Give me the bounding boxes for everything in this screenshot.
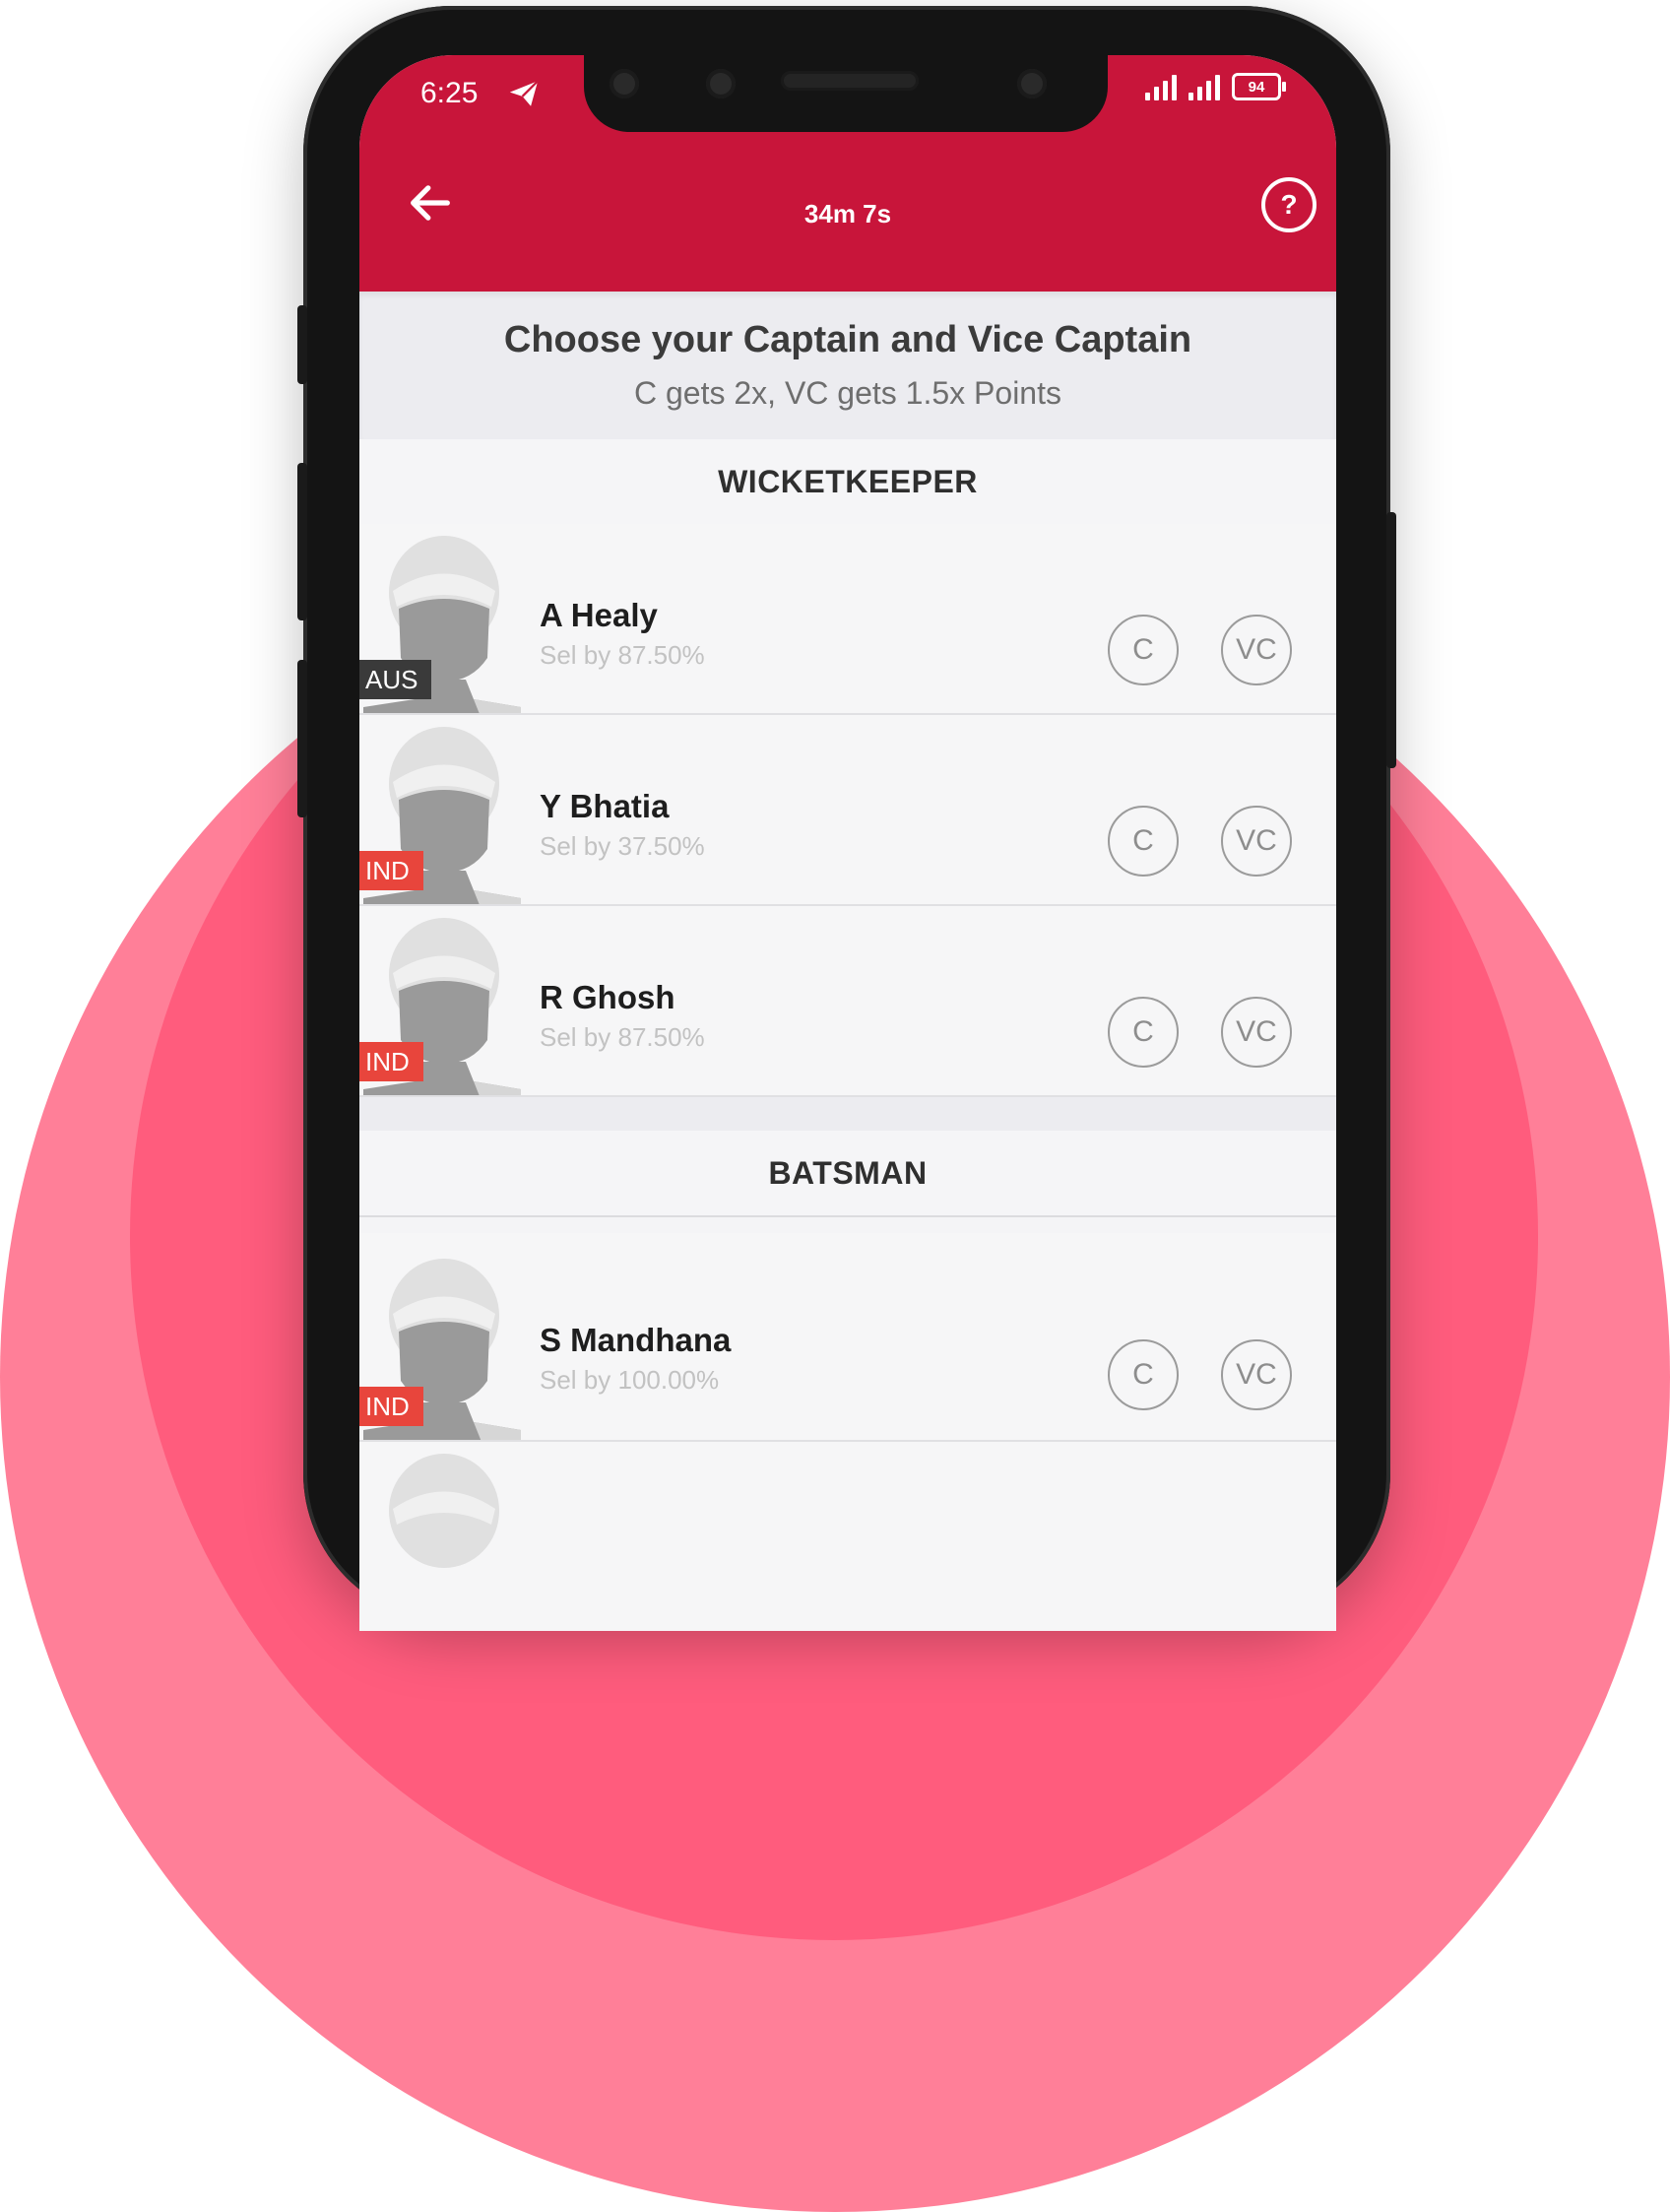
player-selection-percent: Sel by 87.50% [540, 1022, 705, 1052]
front-camera [610, 69, 639, 98]
player-name: A Healy [540, 597, 658, 633]
phone-notch [584, 55, 1108, 132]
battery-level: 94 [1248, 78, 1265, 96]
team-badge: IND [359, 1387, 423, 1426]
proximity-sensor [1017, 69, 1047, 98]
section-divider [359, 1097, 1336, 1131]
player-row: IND Y Bhatia Sel by 37.50% C VC [359, 715, 1336, 906]
section-header-wicketkeeper: WICKETKEEPER [359, 439, 1336, 526]
player-row: IND R Ghosh Sel by 87.50% C VC [359, 906, 1336, 1097]
player-row: IND S Mandhana Sel by 100.00% C VC [359, 1233, 1336, 1442]
player-name: Y Bhatia [540, 788, 670, 824]
team-badge: IND [359, 1042, 423, 1081]
phone-power-button [1386, 512, 1396, 768]
vice-captain-button[interactable]: VC [1221, 1339, 1292, 1410]
earpiece-speaker [781, 71, 919, 91]
captain-button[interactable]: C [1108, 1339, 1179, 1410]
player-name: R Ghosh [540, 979, 675, 1015]
vice-captain-button[interactable]: VC [1221, 997, 1292, 1068]
player-selection-percent: Sel by 87.50% [540, 640, 705, 670]
team-badge: AUS [359, 660, 432, 699]
status-time: 6:25 [420, 77, 479, 109]
section-header-batsman: BATSMAN [359, 1131, 1336, 1217]
phone-volume-down-button [297, 660, 307, 817]
captain-instructions: Choose your Captain and Vice Captain C g… [359, 292, 1336, 439]
player-selection-percent: Sel by 37.50% [540, 831, 705, 861]
vice-captain-button[interactable]: VC [1221, 615, 1292, 685]
player-selection-percent: Sel by 100.00% [540, 1365, 720, 1395]
telegram-icon [509, 80, 539, 106]
page-subtitle: C gets 2x, VC gets 1.5x Points [634, 375, 1061, 411]
battery-icon: 94 [1232, 73, 1286, 100]
player-row [359, 1442, 1336, 1631]
section-title: BATSMAN [768, 1154, 928, 1191]
vice-captain-button[interactable]: VC [1221, 806, 1292, 877]
captain-button[interactable]: C [1108, 806, 1179, 877]
page-title: Choose your Captain and Vice Captain [503, 319, 1192, 360]
signal-icon-secondary [1188, 73, 1220, 100]
captain-button[interactable]: C [1108, 615, 1179, 685]
signal-icon [1145, 73, 1177, 100]
team-badge: IND [359, 851, 423, 890]
phone-screen: 6:25 94 34m 7s ? Choose your Captain and… [359, 55, 1336, 1631]
help-button[interactable]: ? [1261, 177, 1317, 232]
status-icons: 94 [1145, 73, 1286, 100]
phone-volume-up-button [297, 463, 307, 620]
help-icon: ? [1280, 189, 1298, 220]
player-name: S Mandhana [540, 1322, 732, 1358]
section-title: WICKETKEEPER [718, 463, 978, 499]
player-avatar-icon [389, 1454, 499, 1568]
phone-side-button [297, 305, 307, 384]
captain-button[interactable]: C [1108, 997, 1179, 1068]
match-timer: 34m 7s [803, 199, 892, 228]
player-row: AUS A Healy Sel by 87.50% C VC [359, 524, 1336, 715]
front-sensor [706, 69, 736, 98]
